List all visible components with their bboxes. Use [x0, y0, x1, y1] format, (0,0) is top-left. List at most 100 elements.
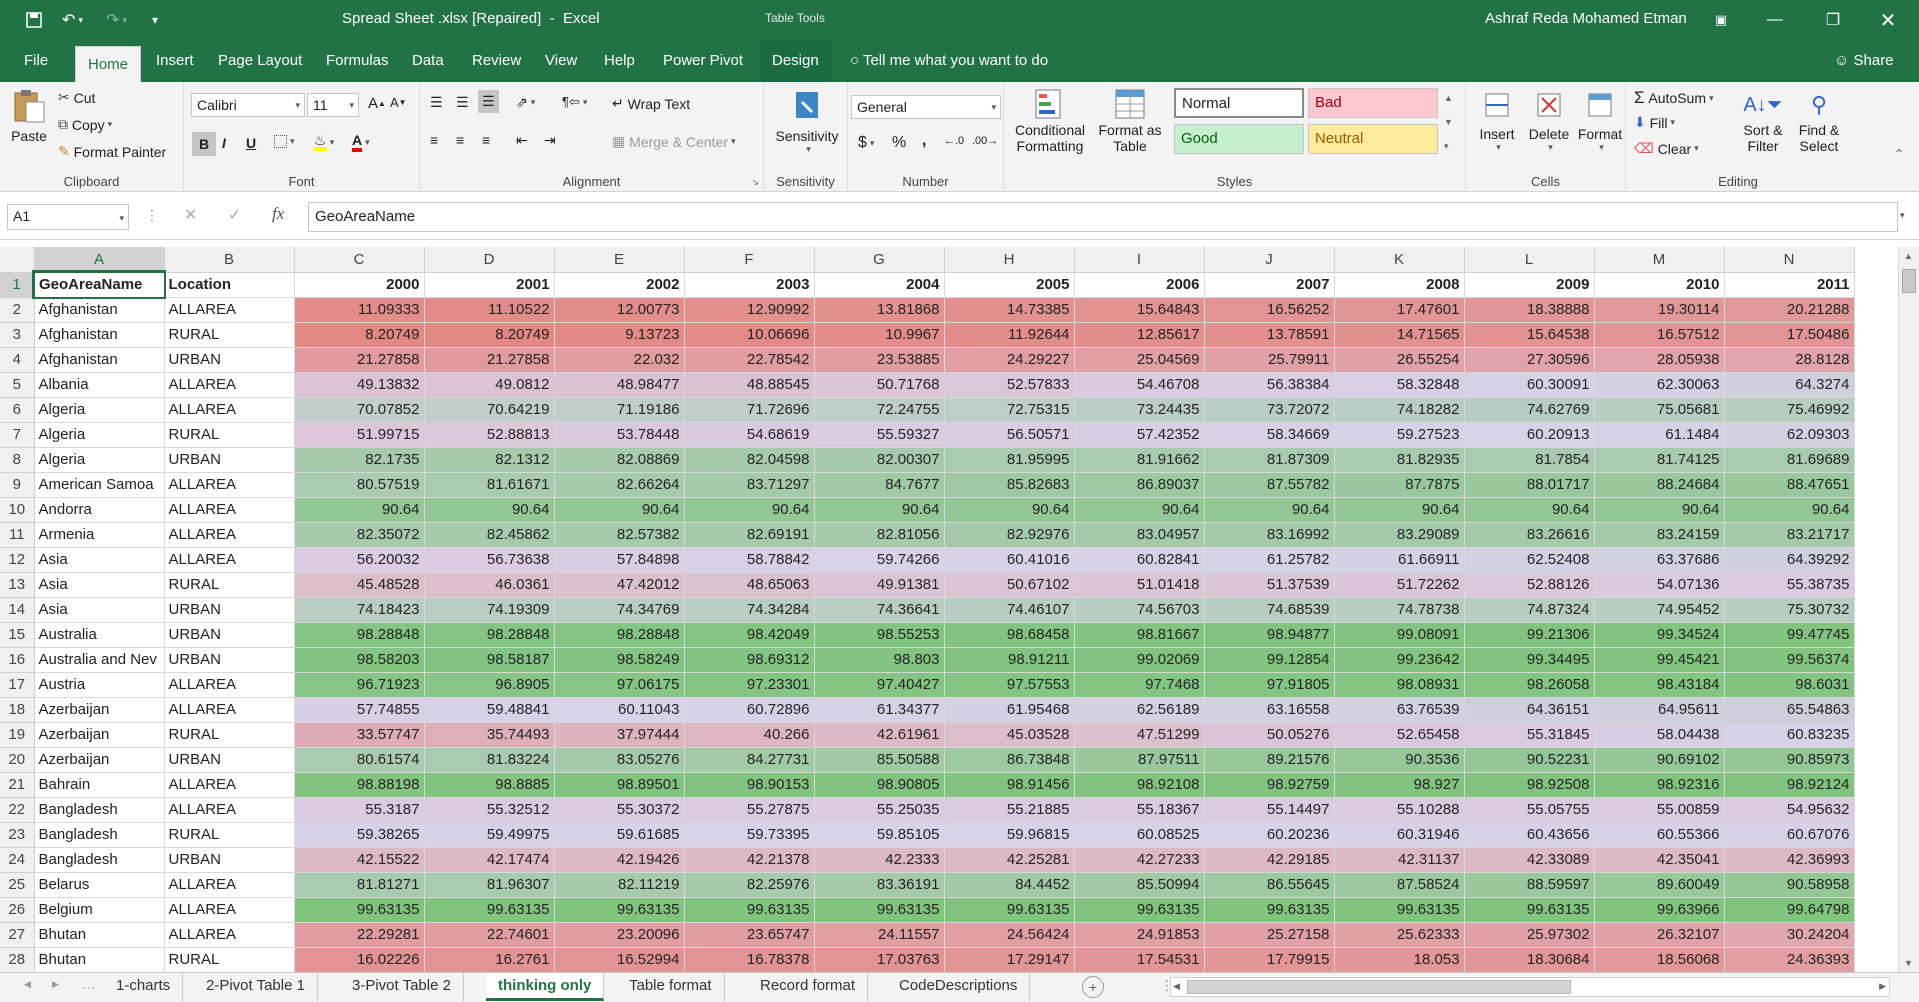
cell[interactable]: Bhutan	[34, 922, 165, 948]
row-header[interactable]: 2	[0, 297, 35, 323]
cell[interactable]: 82.81056	[814, 522, 945, 548]
cell[interactable]: 74.46107	[944, 597, 1075, 623]
cell[interactable]: 49.0812	[424, 372, 555, 398]
autosum-button[interactable]: Σ AutoSum ▾	[1634, 88, 1714, 108]
restore-icon[interactable]: ❐	[1810, 6, 1856, 34]
cell[interactable]: 83.36191	[814, 872, 945, 898]
cell[interactable]: 16.52994	[554, 947, 685, 972]
cell[interactable]: Andorra	[34, 497, 165, 523]
align-right-icon[interactable]: ≡	[482, 132, 490, 148]
horizontal-scroll-thumb[interactable]	[1187, 980, 1571, 994]
cell[interactable]: 98.69312	[684, 647, 815, 673]
comma-button[interactable]: ,	[922, 132, 926, 150]
cell[interactable]: 84.7677	[814, 472, 945, 498]
cell[interactable]: 55.18367	[1074, 797, 1205, 823]
cell[interactable]: 98.90153	[684, 772, 815, 798]
cell[interactable]: 13.78591	[1204, 322, 1335, 348]
merge-center-button[interactable]: ▦ Merge & Center ▾	[612, 133, 735, 150]
cell[interactable]: 83.04957	[1074, 522, 1205, 548]
scroll-left-icon[interactable]: ◀	[1173, 981, 1180, 992]
cell[interactable]: 48.65063	[684, 572, 815, 598]
ribbon-display-options-icon[interactable]: ▣	[1698, 6, 1744, 34]
cell[interactable]: 15.64538	[1464, 322, 1595, 348]
cell[interactable]: 90.64	[1204, 497, 1335, 523]
cell[interactable]: 55.27875	[684, 797, 815, 823]
cell[interactable]: 98.92759	[1204, 772, 1335, 798]
tab-home[interactable]: Home	[75, 46, 142, 82]
cell[interactable]: 99.63135	[554, 897, 685, 923]
sensitivity-button[interactable]: Sensitivity ▾	[772, 88, 842, 155]
cell[interactable]: 55.10288	[1334, 797, 1465, 823]
cell[interactable]: 98.803	[814, 647, 945, 673]
tab-insert[interactable]: Insert	[144, 40, 206, 82]
cell[interactable]: Azerbaijan	[34, 697, 165, 723]
cell[interactable]: 83.29089	[1334, 522, 1465, 548]
cell[interactable]: Asia	[34, 547, 165, 573]
insert-function-icon[interactable]: fx	[272, 204, 284, 224]
cell[interactable]: 60.20236	[1204, 822, 1335, 848]
cell[interactable]: 75.46992	[1724, 397, 1855, 423]
row-header[interactable]: 28	[0, 947, 35, 972]
column-header[interactable]: J	[1204, 247, 1335, 273]
cell[interactable]: 99.21306	[1464, 622, 1595, 648]
column-header[interactable]: I	[1074, 247, 1205, 273]
cell[interactable]: 90.64	[554, 497, 685, 523]
cell[interactable]: 83.05276	[554, 747, 685, 773]
cell[interactable]: 73.24435	[1074, 397, 1205, 423]
cell[interactable]: 58.04438	[1594, 722, 1725, 748]
row-header[interactable]: 7	[0, 422, 35, 448]
cell[interactable]: 10.06696	[684, 322, 815, 348]
cell[interactable]: 98.92508	[1464, 772, 1595, 798]
new-sheet-button[interactable]: +	[1082, 976, 1104, 998]
cell[interactable]: 87.58524	[1334, 872, 1465, 898]
cell[interactable]: URBAN	[164, 747, 295, 773]
cell-table[interactable]: ABCDEFGHIJKLMN 1 GeoAreaName Location 2000 2…	[0, 247, 1855, 972]
cell[interactable]: 62.52408	[1464, 547, 1595, 573]
header-cell[interactable]: 2009	[1464, 272, 1595, 298]
cell[interactable]: ALLAREA	[164, 497, 295, 523]
cell[interactable]: 98.8885	[424, 772, 555, 798]
row-header[interactable]: 17	[0, 672, 35, 698]
tab-file[interactable]: File	[12, 40, 60, 82]
cell[interactable]: 90.64	[944, 497, 1075, 523]
cell[interactable]: 73.72072	[1204, 397, 1335, 423]
cell[interactable]: 61.25782	[1204, 547, 1335, 573]
column-header[interactable]: A	[34, 247, 165, 273]
cell[interactable]: 55.30372	[554, 797, 685, 823]
cell[interactable]: 64.3274	[1724, 372, 1855, 398]
cell[interactable]: 81.7854	[1464, 447, 1595, 473]
cell[interactable]: 61.34377	[814, 697, 945, 723]
column-header[interactable]: K	[1334, 247, 1465, 273]
select-all-corner[interactable]	[0, 247, 35, 273]
cell[interactable]: 74.19309	[424, 597, 555, 623]
cell[interactable]: 90.64	[1724, 497, 1855, 523]
cell[interactable]: 81.83224	[424, 747, 555, 773]
cell[interactable]: Azerbaijan	[34, 747, 165, 773]
vertical-scroll-thumb[interactable]	[1902, 269, 1916, 293]
cell[interactable]: 49.91381	[814, 572, 945, 598]
cell[interactable]: 74.56703	[1074, 597, 1205, 623]
cell[interactable]: 72.75315	[944, 397, 1075, 423]
header-cell[interactable]: 2006	[1074, 272, 1205, 298]
sheet-tab[interactable]: 1-charts	[104, 973, 184, 1001]
cell[interactable]: 88.24684	[1594, 472, 1725, 498]
header-cell[interactable]: 2008	[1334, 272, 1465, 298]
cell[interactable]: 74.18282	[1334, 397, 1465, 423]
cell[interactable]: 83.26616	[1464, 522, 1595, 548]
cell[interactable]: Algeria	[34, 447, 165, 473]
header-cell[interactable]: 2011	[1724, 272, 1855, 298]
cell[interactable]: 51.37539	[1204, 572, 1335, 598]
delete-cells-button[interactable]: Delete ▾	[1524, 88, 1574, 153]
row-header[interactable]: 25	[0, 872, 35, 898]
cell[interactable]: 35.74493	[424, 722, 555, 748]
column-header[interactable]: N	[1724, 247, 1855, 273]
cell[interactable]: 25.79911	[1204, 347, 1335, 373]
header-cell[interactable]: Location	[164, 272, 295, 298]
cell[interactable]: 47.51299	[1074, 722, 1205, 748]
cell[interactable]: ALLAREA	[164, 372, 295, 398]
cell[interactable]: 52.88813	[424, 422, 555, 448]
cell[interactable]: 80.57519	[294, 472, 425, 498]
cell[interactable]: 83.21717	[1724, 522, 1855, 548]
cell[interactable]: 98.89501	[554, 772, 685, 798]
cell[interactable]: 25.04569	[1074, 347, 1205, 373]
